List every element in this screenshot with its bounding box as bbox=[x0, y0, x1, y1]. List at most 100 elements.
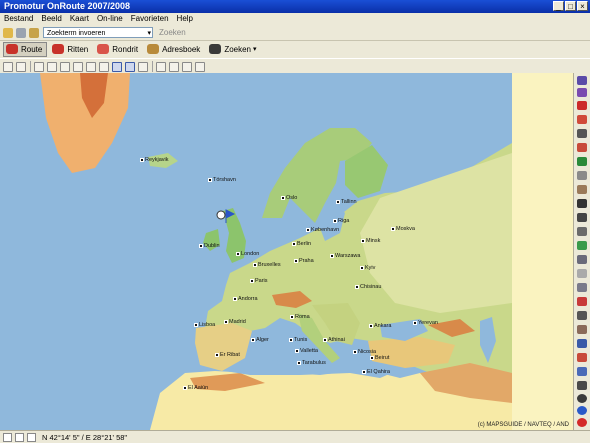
minimize-button[interactable]: _ bbox=[553, 1, 564, 11]
save-icon[interactable] bbox=[3, 61, 13, 72]
city-label[interactable]: Paris bbox=[250, 278, 268, 284]
zoom-in-icon[interactable] bbox=[34, 61, 44, 72]
pin-icon[interactable] bbox=[577, 115, 587, 124]
list-icon[interactable] bbox=[156, 61, 166, 72]
poi-view-icon[interactable] bbox=[577, 76, 587, 85]
city-label[interactable]: London bbox=[236, 251, 259, 257]
maximize-button[interactable]: □ bbox=[565, 1, 576, 11]
fuel-icon[interactable] bbox=[577, 353, 587, 362]
boat-icon[interactable] bbox=[577, 381, 587, 390]
city-label[interactable]: Andorra bbox=[233, 296, 258, 302]
select-icon[interactable] bbox=[125, 61, 135, 72]
menu-help[interactable]: Help bbox=[173, 13, 197, 25]
city-label[interactable]: Oslo bbox=[281, 195, 297, 201]
house-icon[interactable] bbox=[577, 185, 587, 194]
document-icon[interactable] bbox=[15, 432, 24, 442]
menu-beeld[interactable]: Beeld bbox=[37, 13, 65, 25]
route-button[interactable]: Route bbox=[3, 41, 48, 57]
city-label[interactable]: Er Ribat bbox=[215, 352, 240, 358]
ritten-button[interactable]: Ritten bbox=[50, 42, 92, 57]
shopping-icon[interactable] bbox=[577, 325, 587, 334]
zoom-out-icon[interactable] bbox=[47, 61, 57, 72]
menu-kaart[interactable]: Kaart bbox=[66, 13, 93, 25]
status-icon[interactable] bbox=[3, 432, 12, 442]
city-label[interactable]: Warszawa bbox=[330, 253, 360, 259]
city-label[interactable]: Tunis bbox=[289, 337, 307, 343]
map-toolbar bbox=[0, 58, 590, 74]
football-icon[interactable] bbox=[577, 311, 587, 320]
city-label[interactable]: Lisboa bbox=[194, 322, 215, 328]
restaurant-icon[interactable] bbox=[577, 227, 587, 236]
zoeken-button[interactable]: Zoeken bbox=[207, 42, 255, 57]
info-icon[interactable] bbox=[577, 406, 587, 415]
book-icon[interactable] bbox=[27, 432, 36, 442]
info-board-icon[interactable] bbox=[577, 339, 587, 348]
layers-icon[interactable] bbox=[169, 61, 179, 72]
city-label[interactable]: Tarabulus bbox=[297, 360, 326, 366]
city-label[interactable]: El Qahira bbox=[362, 369, 390, 375]
pan-icon[interactable] bbox=[112, 61, 122, 72]
city-label[interactable]: Madrid bbox=[224, 319, 246, 325]
zoom-window-icon[interactable] bbox=[60, 61, 70, 72]
warning-icon[interactable] bbox=[138, 61, 148, 72]
city-label[interactable]: Roma bbox=[290, 314, 310, 320]
undo-icon[interactable] bbox=[73, 61, 83, 72]
map-view[interactable]: Reykjavik Tórshavn Oslo Tallinn Riga Køb… bbox=[0, 73, 573, 430]
nature-icon[interactable] bbox=[577, 241, 587, 250]
city-label[interactable]: Tallinn bbox=[336, 199, 357, 205]
poi-hide-icon[interactable] bbox=[577, 88, 587, 97]
tent-icon[interactable] bbox=[577, 213, 587, 222]
city-label[interactable]: Ankara bbox=[369, 323, 391, 329]
search-button[interactable]: Zoeken bbox=[159, 28, 186, 37]
warning-icon[interactable] bbox=[577, 199, 587, 208]
full-extent-icon[interactable] bbox=[99, 61, 109, 72]
add-icon[interactable] bbox=[577, 394, 587, 403]
flag-icon[interactable] bbox=[577, 101, 587, 110]
monument-icon[interactable] bbox=[577, 255, 587, 264]
city-label[interactable]: Minsk bbox=[361, 238, 380, 244]
rondrit-button[interactable]: Rondrit bbox=[95, 42, 142, 57]
city-label[interactable]: Reykjavik bbox=[140, 157, 169, 163]
city-label[interactable]: Tórshavn bbox=[208, 177, 236, 183]
tree-icon[interactable] bbox=[577, 157, 587, 166]
car-icon[interactable] bbox=[577, 171, 587, 180]
parking-icon[interactable] bbox=[577, 283, 587, 292]
menu-favorieten[interactable]: Favorieten bbox=[127, 13, 173, 25]
no-entry-icon[interactable] bbox=[577, 418, 587, 427]
city-label[interactable]: El Aaiún bbox=[183, 385, 208, 391]
city-label[interactable]: Riga bbox=[333, 218, 349, 224]
adresboek-button[interactable]: Adresboek bbox=[145, 42, 204, 57]
city-label[interactable]: Moskva bbox=[391, 226, 415, 232]
city-label[interactable]: Chisinau bbox=[355, 284, 381, 290]
close-button[interactable]: × bbox=[577, 1, 588, 11]
city-label[interactable]: Yerevan bbox=[413, 320, 438, 326]
city-label[interactable]: Dublin bbox=[199, 243, 220, 249]
menu-bestand[interactable]: Bestand bbox=[0, 13, 37, 25]
map-settings-icon[interactable] bbox=[182, 61, 192, 72]
print-icon[interactable] bbox=[16, 27, 26, 38]
menu-online[interactable]: On-line bbox=[93, 13, 127, 25]
chevron-down-icon[interactable]: ▾ bbox=[147, 28, 151, 39]
city-label[interactable]: Beirut bbox=[370, 355, 389, 361]
car-icon bbox=[52, 44, 65, 54]
city-label[interactable]: Valletta bbox=[295, 348, 318, 354]
camera-icon[interactable] bbox=[577, 367, 587, 376]
bed-icon[interactable] bbox=[577, 143, 587, 152]
gps-icon[interactable] bbox=[195, 61, 205, 72]
museum-icon[interactable] bbox=[577, 129, 587, 138]
motorcycle-icon[interactable] bbox=[577, 297, 587, 306]
city-label[interactable]: Bruxelles bbox=[253, 262, 281, 268]
city-label[interactable]: Berlin bbox=[292, 241, 311, 247]
city-label[interactable]: Athinai bbox=[323, 337, 345, 343]
folder-icon[interactable] bbox=[29, 27, 39, 38]
city-label[interactable]: Alger bbox=[251, 337, 269, 343]
city-label[interactable]: Kyiv bbox=[360, 265, 375, 271]
tower-icon[interactable] bbox=[577, 269, 587, 278]
search-input[interactable]: Zoekterm invoeren ▾ bbox=[43, 27, 153, 38]
city-label[interactable]: Praha bbox=[294, 258, 314, 264]
redo-icon[interactable] bbox=[86, 61, 96, 72]
open-folder-icon[interactable] bbox=[3, 27, 13, 38]
city-label[interactable]: København bbox=[306, 227, 339, 233]
chevron-down-icon[interactable]: ▾ bbox=[253, 45, 257, 53]
print-icon[interactable] bbox=[16, 61, 26, 72]
